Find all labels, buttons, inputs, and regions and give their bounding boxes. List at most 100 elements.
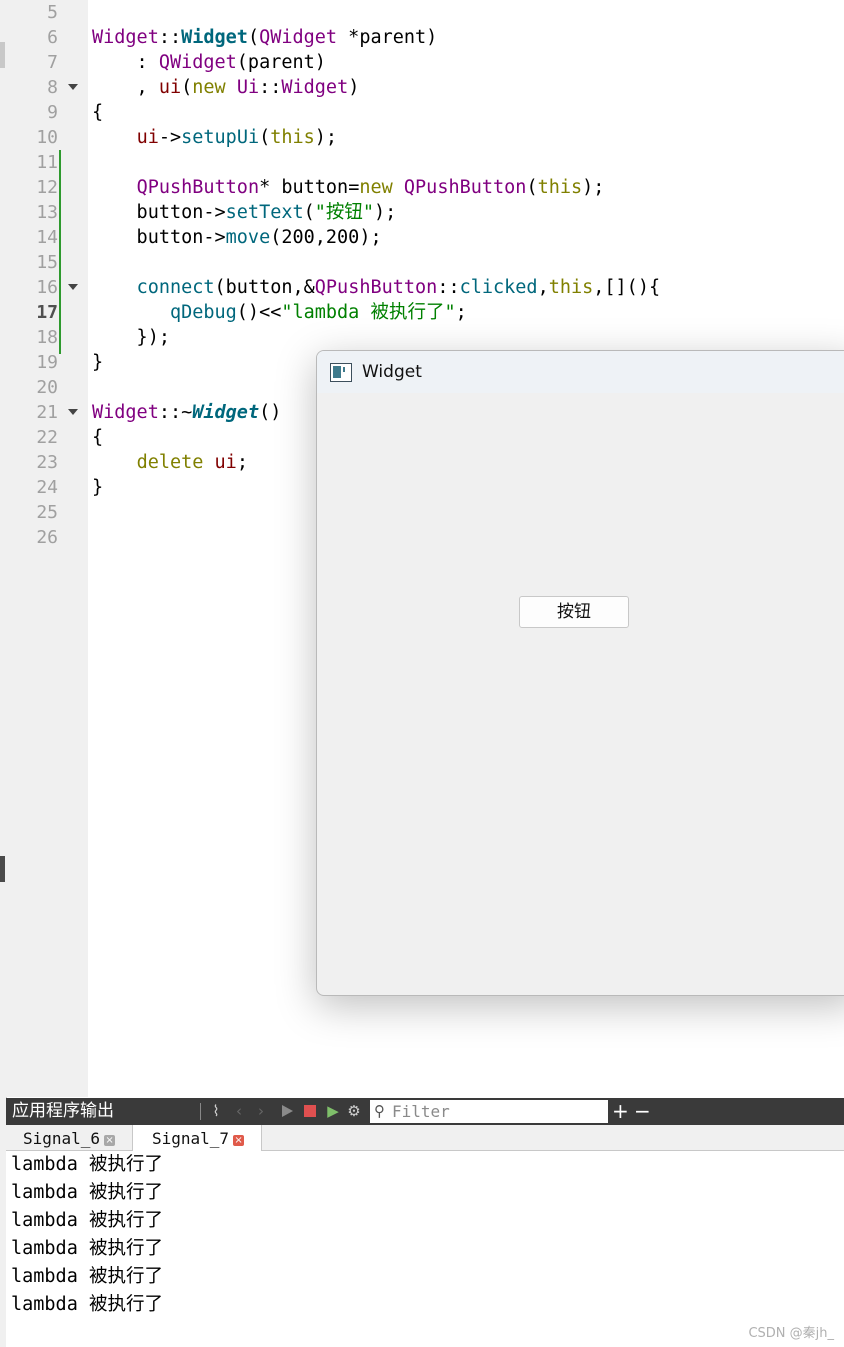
close-icon[interactable]: × [233,1135,245,1146]
code-token: } [92,352,104,373]
code-line: 14 button->move(200,200); [0,225,844,250]
previous-item-icon[interactable]: ‹ [230,1102,248,1120]
debug-run-icon[interactable]: ▶ [324,1102,342,1120]
code-line: 6 Widget::Widget(QWidget *parent) [0,25,844,50]
code-text: button->move(200,200); [92,225,382,250]
code-token: ) [426,27,438,48]
code-token: setText [225,202,304,223]
code-token: , [537,277,549,298]
fold-arrow-icon[interactable] [68,284,78,290]
stop-icon[interactable] [304,1105,316,1117]
line-number: 14 [36,227,58,248]
line-number: 22 [36,427,58,448]
code-token: (button,& [214,277,315,298]
line-number: 26 [36,527,58,548]
code-token: Widget [92,27,159,48]
line-number: 8 [47,77,58,98]
fold-arrow-icon[interactable] [68,409,78,415]
push-button[interactable]: 按钮 [519,596,629,628]
code-token: * [337,27,360,48]
line-number: 23 [36,452,58,473]
window-title: Widget [362,362,422,382]
code-line: 16 connect(button,&QPushButton::clicked,… [0,275,844,300]
code-text: Widget::~Widget() [92,400,281,425]
line-number: 16 [36,277,58,298]
code-line: 5 [0,0,844,25]
code-line: 11 [0,150,844,175]
line-number: 25 [36,502,58,523]
tab-label: Signal_6 [23,1129,101,1148]
code-token: this [270,127,315,148]
gear-icon[interactable]: ⚙ [345,1102,363,1120]
code-token: "lambda 被执行了" [281,302,456,323]
code-line: 10 ui->setupUi(this); [0,125,844,150]
line-number: 11 [36,152,58,173]
code-token: "按钮" [314,202,375,223]
output-text-area[interactable]: lambda 被执行了 lambda 被执行了 lambda 被执行了 lambda … [6,1151,844,1347]
code-text: } [92,475,103,500]
line-number: 24 [36,477,58,498]
rerun-icon[interactable] [282,1105,293,1117]
tab-signal-6[interactable]: Signal_6 × [6,1125,131,1150]
clear-output-icon[interactable]: ⌇ [207,1102,225,1120]
code-token: delete [136,452,204,473]
code-line: 18 }); [0,325,844,350]
code-line: 13 button->setText("按钮"); [0,200,844,225]
fold-arrow-icon[interactable] [68,84,78,90]
zoom-out-button[interactable]: − [634,1098,651,1125]
filter-input[interactable]: ⚲ Filter [370,1100,608,1123]
output-line: lambda 被执行了 [11,1182,163,1203]
code-token: Ui [236,77,260,98]
line-number: 18 [36,327,58,348]
code-token: new [192,77,226,98]
code-token: Widget [281,77,349,98]
code-token: * button= [259,177,360,198]
code-token: ( [303,202,315,223]
output-line: lambda 被执行了 [11,1154,163,1175]
code-token: ()<< [236,302,282,323]
code-text: qDebug()<<"lambda 被执行了"; [92,300,467,325]
code-token: setupUi [181,127,260,148]
code-token: , [92,77,159,98]
code-token: QWidget [158,52,237,73]
code-token: ui [158,77,182,98]
widget-window[interactable]: Widget 按钮 [316,350,844,996]
code-token: ; [455,302,467,323]
code-line: 7 : QWidget(parent) [0,50,844,75]
code-token: move [225,227,271,248]
window-titlebar[interactable]: Widget [317,351,844,393]
search-icon: ⚲ [374,1102,385,1120]
code-token: () [259,402,282,423]
code-token: ui [136,127,159,148]
line-number: 12 [36,177,58,198]
code-token: { [92,102,104,123]
code-token: :: [259,77,282,98]
output-pane-toolbar: 应用程序输出 ⌇ ‹ › ▶ ⚙ ⚲ Filter + − [6,1098,844,1125]
code-token: ; [236,452,248,473]
code-line: 9{ [0,100,844,125]
output-tabs: Signal_6 × Signal_7 × [6,1125,844,1151]
code-token: ); [582,177,605,198]
code-token: -> [158,127,182,148]
code-token: ,[](){ [593,277,661,298]
code-token: ( [247,27,260,48]
code-line: 15 [0,250,844,275]
close-icon[interactable]: × [104,1135,116,1146]
tab-signal-7[interactable]: Signal_7 × [132,1125,262,1151]
output-line: lambda 被执行了 [11,1266,163,1287]
code-token: button-> [92,202,226,223]
code-token: QPushButton [136,177,260,198]
changed-lines-marker [59,150,61,354]
next-item-icon[interactable]: › [252,1102,270,1120]
code-token: } [92,477,104,498]
zoom-in-button[interactable]: + [612,1098,629,1125]
code-token: :: [158,27,182,48]
code-token: QPushButton [403,177,527,198]
watermark: CSDN @秦jh_ [748,1326,834,1341]
line-number: 13 [36,202,58,223]
